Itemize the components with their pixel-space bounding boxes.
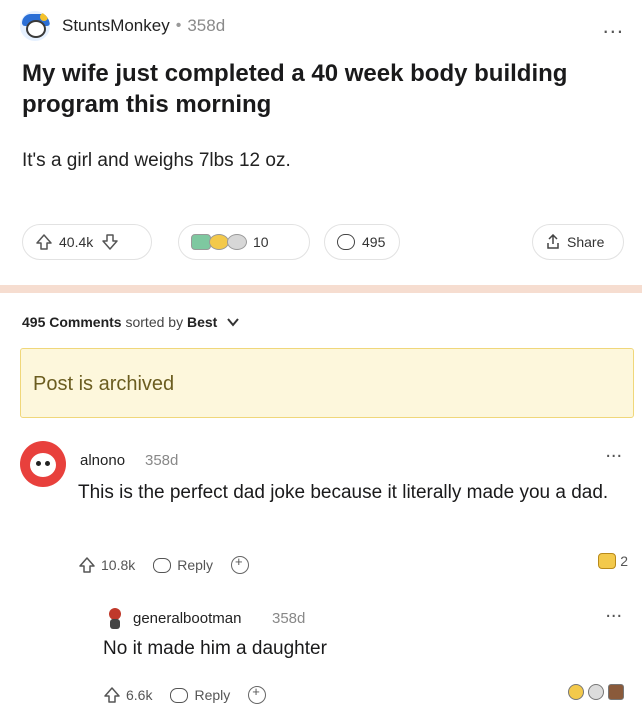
post-body: It's a girl and weighs 7lbs 12 oz. [22, 150, 291, 171]
comment-age: 358d [272, 610, 306, 627]
comment-vote-count: 10.8k [101, 557, 136, 573]
comment-more-options-icon[interactable]: ... [605, 601, 622, 621]
comment-text: This is the perfect dad joke because it … [78, 482, 609, 503]
comment-username[interactable]: alnono [80, 452, 125, 469]
user-avatar[interactable] [18, 9, 52, 43]
share-button[interactable]: Share [532, 224, 624, 260]
sort-value[interactable]: Best [187, 314, 217, 330]
comment-text: No it made him a daughter [103, 638, 327, 659]
comments-count-label: 495 Comments [22, 314, 122, 330]
comment-action-bar: 6.6k Reply [103, 684, 267, 706]
award-icon [191, 234, 211, 250]
comment-avatar[interactable] [106, 607, 124, 631]
comments-sort-bar[interactable]: 495 Comments sorted by Best [22, 314, 239, 330]
award-icon [227, 234, 247, 250]
share-label: Share [567, 234, 605, 250]
post-header: StuntsMonkey • 358d ... [18, 8, 624, 44]
comment-action-bar: 10.8k Reply [78, 553, 250, 577]
post-username[interactable]: StuntsMonkey [62, 16, 170, 36]
separator-dot: • [175, 17, 182, 34]
comment-avatar[interactable] [20, 441, 66, 487]
give-award-icon[interactable] [231, 554, 250, 574]
downvote-icon[interactable] [101, 233, 119, 251]
post-more-options-icon[interactable]: ... [603, 15, 624, 37]
post-award-count: 10 [253, 234, 269, 250]
reply-label: Reply [177, 557, 214, 573]
upvote-icon[interactable] [35, 233, 53, 251]
comment-age: 358d [145, 452, 179, 469]
post-comment-count: 495 [362, 234, 386, 250]
comment-more-options-icon[interactable]: ... [605, 441, 622, 461]
comments-button[interactable]: 495 [324, 224, 400, 260]
comment-award-count: 2 [620, 553, 628, 569]
reply-button[interactable]: Reply [170, 687, 230, 703]
give-award-icon[interactable] [248, 684, 267, 704]
awards-icon-group [191, 234, 247, 250]
sorted-by-label: sorted by [125, 314, 184, 330]
comment-bubble-icon [337, 234, 355, 250]
section-divider [0, 285, 642, 293]
gold-award-icon [209, 234, 229, 250]
reply-label: Reply [194, 687, 231, 703]
comment-vote-count: 6.6k [126, 687, 153, 703]
comment-awards [564, 684, 624, 700]
post-vote-count: 40.4k [59, 234, 94, 250]
archived-notice: Post is archived [20, 348, 634, 418]
reply-icon [153, 557, 172, 573]
upvote-icon[interactable] [103, 686, 121, 704]
post-action-bar: 40.4k 10 495 Share [22, 224, 624, 262]
post-age: 358d [187, 16, 226, 35]
share-icon [547, 234, 559, 249]
post-title: My wife just completed a 40 week body bu… [22, 60, 568, 118]
vote-pill: 40.4k [22, 224, 152, 260]
gold-award-icon [598, 553, 617, 569]
upvote-icon[interactable] [78, 556, 96, 574]
reply-icon [170, 687, 189, 703]
chevron-down-icon[interactable] [227, 317, 239, 327]
reply-button[interactable]: Reply [153, 557, 213, 573]
awards-pill[interactable]: 10 [178, 224, 310, 260]
award-icon [608, 684, 624, 700]
silver-award-icon [588, 684, 604, 700]
comment-username[interactable]: generalbootman [133, 610, 241, 627]
gold-award-icon [568, 684, 584, 700]
comment-awards: 2 [598, 553, 628, 569]
